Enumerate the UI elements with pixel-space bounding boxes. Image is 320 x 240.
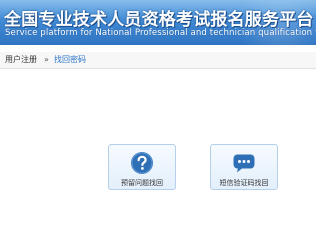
breadcrumb-separator: » [44,55,49,64]
breadcrumb-user-register[interactable]: 用户注册 [5,52,37,68]
sms-message-icon [233,154,255,173]
question-mark-icon [131,152,153,174]
breadcrumb: 用户注册 » 找回密码 [0,52,316,69]
site-title: 全国专业技术人员资格考试报名服务平台 [4,10,314,30]
recover-by-question-label: 预留问题找回 [121,179,163,187]
recover-by-question-button[interactable]: 预留问题找回 [108,144,176,190]
breadcrumb-recover-password: 找回密码 [54,55,86,64]
site-banner: 全国专业技术人员资格考试报名服务平台 Service platform for … [0,0,316,45]
site-subtitle: Service platform for National Profession… [5,28,316,38]
recover-by-sms-button[interactable]: 短信验证码找回 [210,144,278,190]
recover-by-sms-label: 短信验证码找回 [219,179,269,187]
